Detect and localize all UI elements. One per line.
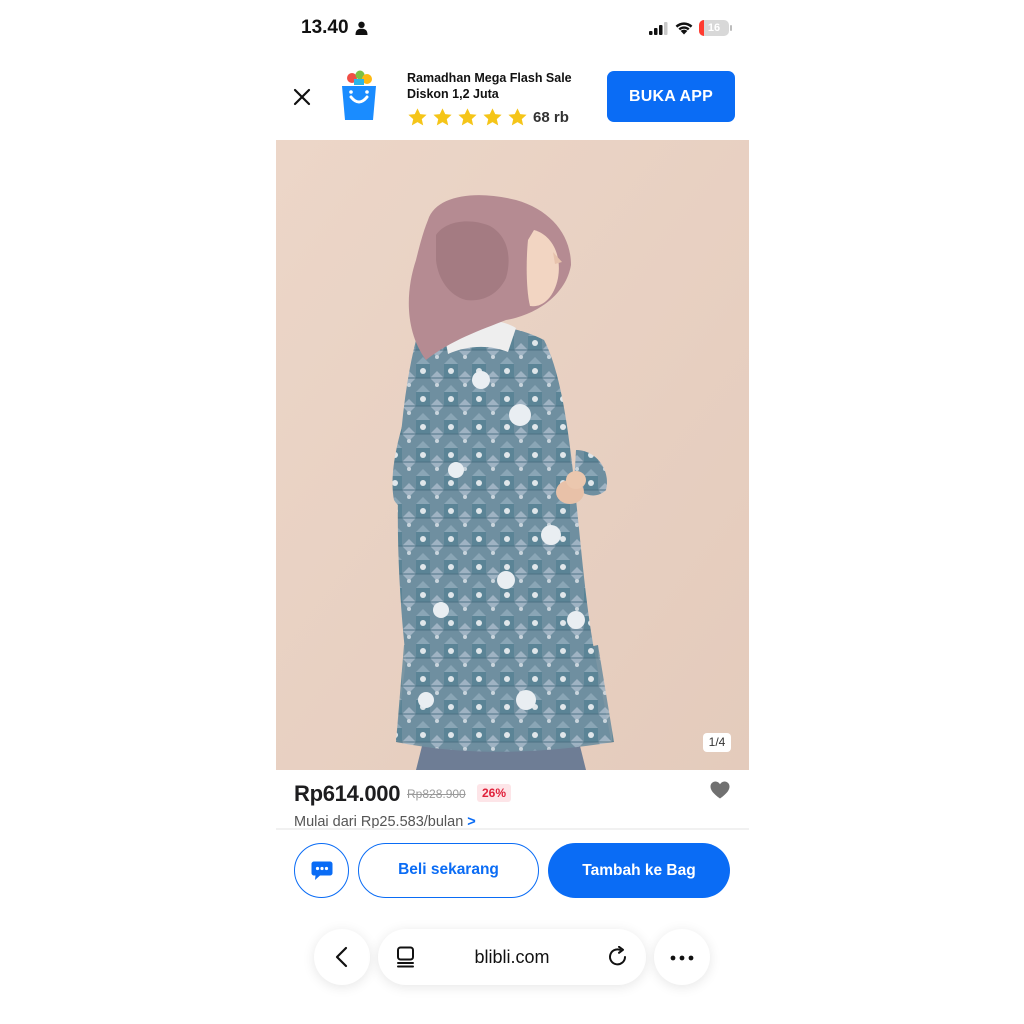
app-banner: Ramadhan Mega Flash Sale Diskon 1,2 Juta… [276, 56, 749, 140]
divider [276, 828, 749, 830]
more-icon [670, 955, 694, 961]
person-icon [355, 21, 368, 35]
blibli-bag-icon [342, 70, 376, 120]
buy-now-button[interactable]: Beli sekarang [358, 843, 539, 898]
wifi-icon [675, 22, 693, 35]
battery-level: 16 [707, 22, 721, 34]
chat-button[interactable] [294, 843, 349, 898]
star-icon [458, 107, 477, 125]
product-image[interactable] [276, 140, 749, 770]
product-price: Rp614.000 [294, 781, 401, 806]
rating-stars: 68 rb [407, 106, 569, 128]
chat-icon [311, 861, 333, 880]
address-bar[interactable]: blibli.com [378, 929, 646, 985]
star-icon [508, 107, 527, 125]
battery-icon: 16 [699, 20, 729, 36]
more-options-button[interactable] [654, 929, 710, 985]
url-text: blibli.com [474, 947, 550, 967]
star-icon [408, 107, 427, 125]
status-bar: 13.40 16 [276, 0, 749, 56]
star-icon [483, 107, 502, 125]
open-app-button[interactable]: BUKA APP [607, 71, 735, 122]
status-time: 13.40 [301, 17, 349, 38]
signal-icon [649, 22, 668, 35]
reload-icon[interactable] [607, 946, 629, 968]
price-section: Rp614.000 Rp828.900 26% Mulai dari Rp25.… [276, 770, 749, 830]
rating-count: 68 rb [533, 108, 569, 126]
star-icon [433, 107, 452, 125]
browser-back-button[interactable] [314, 929, 370, 985]
back-chevron-icon [335, 946, 348, 968]
phone-screen: 13.40 16 Ramadhan Mega Flash Sale Diskon… [276, 0, 749, 1024]
image-counter: 1/4 [703, 733, 731, 752]
close-icon[interactable] [292, 87, 312, 107]
product-photo [276, 140, 749, 770]
original-price: Rp828.900 [407, 787, 466, 801]
discount-badge: 26% [477, 784, 512, 802]
promo-text: Ramadhan Mega Flash Sale Diskon 1,2 Juta [407, 71, 572, 101]
heart-icon[interactable] [710, 781, 730, 799]
add-to-bag-button[interactable]: Tambah ke Bag [548, 843, 730, 898]
